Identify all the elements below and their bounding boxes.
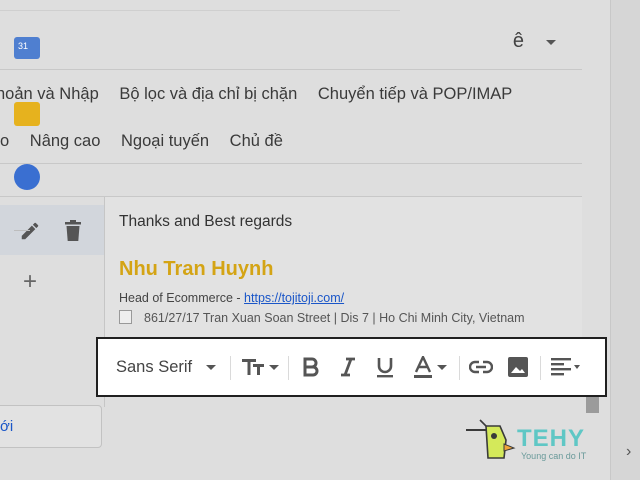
chevron-down-icon — [206, 364, 217, 370]
toolbar-divider — [288, 356, 289, 380]
italic-icon — [341, 357, 355, 377]
align-button[interactable] — [551, 339, 580, 395]
logo-tagline: Young can do IT — [521, 451, 587, 461]
tab-accounts-import[interactable]: hoản và Nhập — [0, 85, 99, 103]
reply-button-label: ới — [0, 418, 14, 435]
chevron-down-icon[interactable] — [546, 40, 556, 45]
language-selector[interactable]: ê — [513, 30, 524, 53]
underline-icon — [377, 358, 393, 378]
reply-button[interactable] — [0, 405, 102, 448]
header-divider — [0, 69, 582, 70]
add-addon-icon[interactable]: + — [23, 268, 37, 296]
settings-main: ê hoản và Nhập Bộ lọc và địa chỉ bị chặn… — [0, 0, 610, 480]
font-size-icon — [242, 359, 264, 375]
edit-icon[interactable] — [19, 220, 41, 242]
bold-button[interactable] — [302, 339, 320, 395]
signature-title: Head of Ecommerce - — [119, 291, 245, 305]
tab-offline[interactable]: Ngoại tuyến — [121, 132, 209, 150]
image-icon — [508, 357, 528, 377]
top-divider — [0, 10, 400, 11]
side-panel — [610, 0, 640, 480]
insert-image-button[interactable] — [508, 339, 528, 395]
signature-address: 861/27/17 Tran Xuan Soan Street | Dis 7 … — [144, 311, 525, 325]
settings-tabs-row1: hoản và Nhập Bộ lọc và địa chỉ bị chặn C… — [0, 85, 528, 104]
tab-themes[interactable]: Chủ đề — [230, 132, 283, 150]
signature-name: Nhu Tran Huynh — [119, 258, 274, 280]
tab-advanced[interactable]: Nâng cao — [30, 132, 101, 150]
toolbar-divider — [230, 356, 231, 380]
align-icon — [551, 358, 571, 376]
logo-brand: TEHY — [517, 425, 586, 452]
bold-icon — [303, 357, 319, 377]
broken-image-icon — [119, 310, 132, 324]
keep-icon[interactable] — [14, 102, 40, 126]
signature-address-line: 861/27/17 Tran Xuan Soan Street | Dis 7 … — [119, 310, 525, 325]
tabs-divider — [0, 163, 582, 164]
font-family-select[interactable]: Sans Serif — [116, 339, 217, 395]
link-icon — [469, 360, 493, 374]
text-color-button[interactable] — [413, 339, 447, 395]
chevron-right-icon[interactable]: › — [626, 443, 631, 461]
chevron-down-icon — [574, 365, 580, 369]
chevron-down-icon — [437, 364, 447, 370]
text-color-icon — [414, 356, 432, 378]
underline-button[interactable] — [375, 339, 395, 395]
signature-title-line: Head of Ecommerce - https://tojitoji.com… — [119, 291, 344, 305]
formatting-toolbar: Sans Serif — [96, 337, 607, 397]
tasks-icon[interactable] — [14, 164, 40, 190]
font-size-button[interactable] — [241, 339, 279, 395]
settings-tabs-row2: o Nâng cao Ngoại tuyến Chủ đề — [0, 132, 299, 151]
tab-partial[interactable]: o — [0, 132, 9, 150]
tab-filters-blocked[interactable]: Bộ lọc và địa chỉ bị chặn — [119, 85, 297, 103]
trash-icon[interactable] — [64, 220, 82, 242]
signature-link[interactable]: https://tojitoji.com/ — [244, 291, 344, 305]
toolbar-divider — [540, 356, 541, 380]
font-family-label: Sans Serif — [116, 357, 193, 376]
side-panel-divider — [14, 230, 30, 231]
calendar-icon[interactable]: 31 — [14, 37, 40, 59]
signature-regards: Thanks and Best regards — [119, 213, 293, 230]
toolbar-divider — [459, 356, 460, 380]
chevron-down-icon — [269, 364, 279, 370]
italic-button[interactable] — [339, 339, 357, 395]
calendar-day: 31 — [18, 41, 29, 51]
tab-forwarding-pop-imap[interactable]: Chuyển tiếp và POP/IMAP — [318, 85, 512, 103]
insert-link-button[interactable] — [469, 339, 493, 395]
